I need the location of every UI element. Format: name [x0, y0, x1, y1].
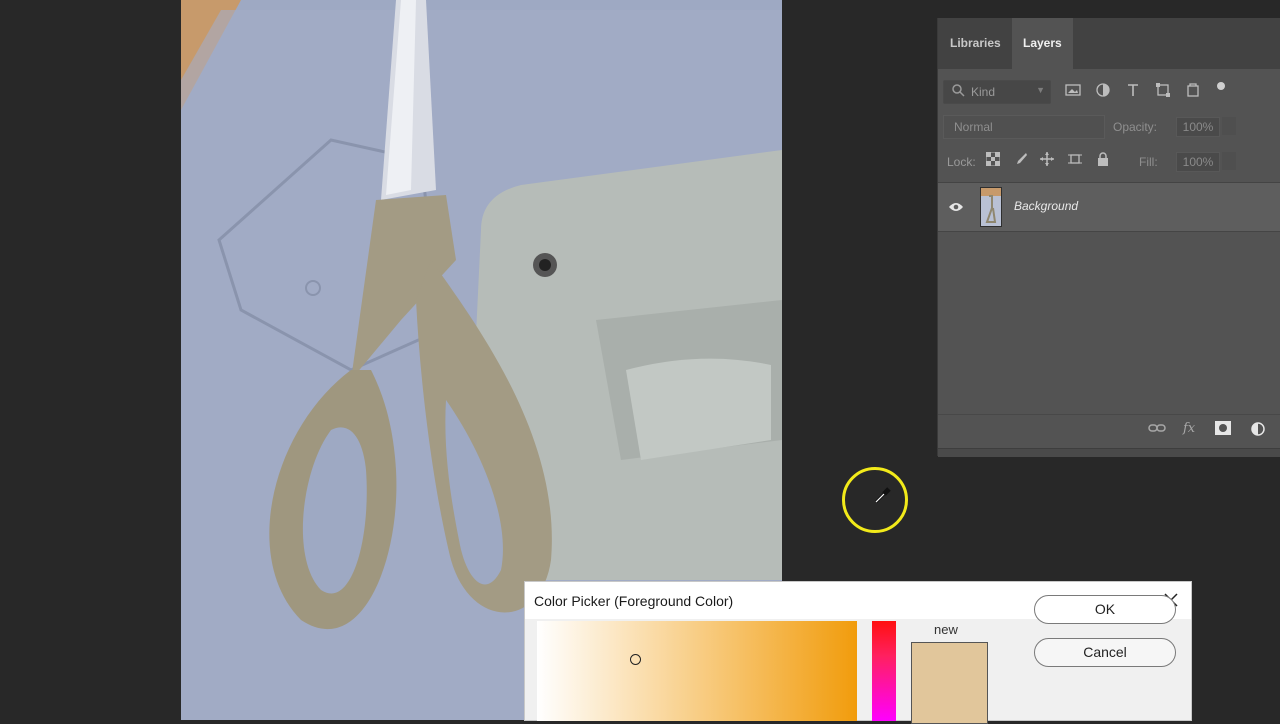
- tab-libraries[interactable]: Libraries: [939, 18, 1012, 69]
- opacity-label: Opacity:: [1113, 120, 1158, 134]
- color-picker-dialog: Color Picker (Foreground Color) new OK C…: [525, 582, 1191, 724]
- layer-filter-kind[interactable]: Kind ▼: [943, 80, 1051, 104]
- new-color-label: new: [934, 622, 958, 637]
- saturation-value-field[interactable]: [537, 621, 857, 721]
- link-icon[interactable]: [1148, 421, 1166, 437]
- layer-name[interactable]: Background: [1014, 199, 1078, 213]
- blend-mode-value: Normal: [954, 120, 993, 134]
- dialog-title: Color Picker (Foreground Color): [534, 593, 734, 609]
- shape-filter-icon[interactable]: [1155, 82, 1173, 100]
- blend-mode-select[interactable]: Normal: [943, 115, 1105, 139]
- hue-slider[interactable]: [872, 621, 896, 721]
- filter-toggle[interactable]: [1217, 82, 1225, 90]
- lock-all-icon[interactable]: [1096, 152, 1112, 168]
- kind-label: Kind: [971, 85, 996, 99]
- layer-thumbnail: [980, 187, 1002, 227]
- layers-panel: Libraries Layers Kind ▼ Normal Opacity: …: [937, 18, 1280, 457]
- eye-icon[interactable]: [948, 200, 964, 212]
- image-filter-icon[interactable]: [1065, 82, 1083, 100]
- panel-resize-handle[interactable]: [938, 448, 1280, 457]
- smart-object-filter-icon[interactable]: [1185, 82, 1203, 100]
- ok-button[interactable]: OK: [1034, 595, 1176, 624]
- fill-dropdown[interactable]: [1222, 152, 1236, 170]
- search-icon: [952, 84, 965, 100]
- adjustment-filter-icon[interactable]: [1095, 82, 1113, 100]
- lock-label: Lock:: [947, 155, 976, 169]
- color-marker[interactable]: [630, 654, 641, 665]
- mask-icon[interactable]: [1215, 421, 1233, 437]
- opacity-field[interactable]: 100%: [1176, 117, 1220, 137]
- fx-icon[interactable]: fx: [1183, 421, 1201, 437]
- cancel-button[interactable]: Cancel: [1034, 638, 1176, 667]
- opacity-dropdown[interactable]: [1222, 117, 1236, 135]
- type-filter-icon[interactable]: [1125, 82, 1143, 100]
- tab-layers[interactable]: Layers: [1012, 18, 1073, 69]
- new-color-swatch: [911, 642, 988, 724]
- layers-bottom-bar: fx: [938, 414, 1280, 443]
- eyedropper-icon: [873, 485, 893, 505]
- chevron-down-icon: ▼: [1036, 85, 1045, 95]
- lock-pixels-icon[interactable]: [1014, 152, 1030, 168]
- fill-field[interactable]: 100%: [1176, 152, 1220, 172]
- panel-tabs: Libraries Layers: [938, 18, 1280, 69]
- fill-label: Fill:: [1139, 155, 1158, 169]
- lock-transparent-icon[interactable]: [985, 151, 1002, 168]
- lock-artboard-icon[interactable]: [1068, 152, 1084, 168]
- lock-position-icon[interactable]: [1040, 152, 1056, 168]
- layer-row-background[interactable]: Background: [938, 183, 1280, 232]
- adjustment-icon[interactable]: [1250, 421, 1268, 437]
